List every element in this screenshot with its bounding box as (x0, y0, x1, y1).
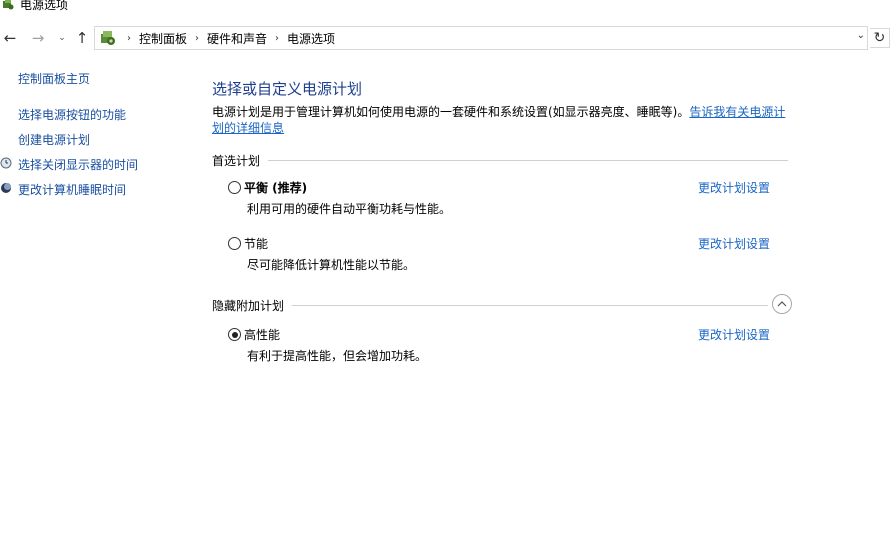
breadcrumb-separator-icon: › (195, 32, 200, 44)
sidebar-item-power-button[interactable]: 选择电源按钮的功能 (18, 106, 126, 123)
plan-name[interactable]: 节能 (244, 235, 268, 252)
up-arrow-icon: ↑ (75, 29, 89, 47)
plan-description: 尽可能降低计算机性能以节能。 (247, 258, 416, 272)
moon-icon (1, 183, 11, 193)
recent-locations-button[interactable]: ⌄ (52, 28, 72, 48)
chevron-up-icon (777, 301, 787, 307)
plan-radio-high-performance[interactable] (228, 328, 241, 341)
refresh-button[interactable]: ↻ (870, 28, 890, 48)
plan-name[interactable]: 平衡 (推荐) (244, 179, 307, 196)
control-panel-icon (101, 31, 115, 45)
back-arrow-icon: ← (3, 29, 17, 47)
page-title: 选择或自定义电源计划 (212, 80, 363, 98)
breadcrumb-control-panel[interactable]: 控制面板 (139, 30, 187, 47)
main-content: 选择或自定义电源计划 电源计划是用于管理计算机如何使用电源的一套硬件和系统设置(… (212, 78, 792, 313)
address-dropdown-icon[interactable]: ⌄ (857, 30, 865, 41)
refresh-icon: ↻ (873, 30, 886, 46)
collapse-hidden-plans-button[interactable] (772, 294, 792, 314)
sidebar-item-control-panel-home[interactable]: 控制面板主页 (18, 70, 90, 87)
window-title: 电源选项 (20, 0, 69, 12)
section-title: 隐藏附加计划 (212, 299, 285, 313)
section-divider (268, 160, 788, 161)
change-plan-settings-link[interactable]: 更改计划设置 (698, 326, 770, 343)
plan-description: 利用可用的硬件自动平衡功耗与性能。 (247, 202, 452, 216)
address-bar[interactable]: › 控制面板 › 硬件和声音 › 电源选项 ⌄ (94, 26, 868, 50)
plan-radio-power-saver[interactable] (228, 237, 241, 250)
window-title-bar: 电源选项 (0, 0, 68, 12)
sidebar-item-sleep[interactable]: 更改计算机睡眠时间 (18, 181, 126, 198)
up-button[interactable]: ↑ (72, 28, 92, 48)
page-description: 电源计划是用于管理计算机如何使用电源的一套硬件和系统设置(如显示器亮度、睡眠等)… (212, 104, 792, 136)
breadcrumb-separator-icon: › (275, 32, 280, 44)
description-text: 电源计划是用于管理计算机如何使用电源的一套硬件和系统设置(如显示器亮度、睡眠等)… (212, 105, 690, 119)
preferred-plans-header: 首选计划 (212, 152, 788, 169)
change-plan-settings-link[interactable]: 更改计划设置 (698, 235, 770, 252)
breadcrumb-power-options[interactable]: 电源选项 (287, 30, 335, 47)
forward-arrow-icon: → (31, 29, 45, 47)
section-title: 首选计划 (212, 154, 261, 168)
plan-name[interactable]: 高性能 (244, 326, 280, 343)
power-options-icon (3, 0, 14, 10)
chevron-down-icon: ⌄ (58, 33, 66, 43)
monitor-clock-icon (0, 157, 12, 169)
plan-description: 有利于提高性能，但会增加功耗。 (247, 349, 428, 363)
change-plan-settings-link[interactable]: 更改计划设置 (698, 179, 770, 196)
breadcrumb-hardware-sound[interactable]: 硬件和声音 (207, 30, 267, 47)
hidden-plans-header: 隐藏附加计划 (212, 297, 768, 314)
plan-radio-balanced[interactable] (228, 181, 241, 194)
sidebar-item-display-off[interactable]: 选择关闭显示器的时间 (18, 156, 138, 173)
section-divider (292, 305, 768, 306)
back-button[interactable]: ← (0, 28, 20, 48)
forward-button[interactable]: → (28, 28, 48, 48)
navigation-bar: ← → ⌄ ↑ › 控制面板 › 硬件和声音 › 电源选项 ⌄ ↻ (0, 26, 896, 50)
sidebar-item-create-plan[interactable]: 创建电源计划 (18, 131, 90, 148)
breadcrumb-separator-icon: › (127, 32, 131, 44)
